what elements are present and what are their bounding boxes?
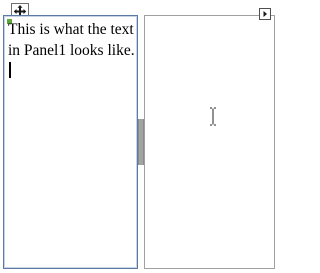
panel1-label: This is what the text in Panel1 looks li… xyxy=(8,21,135,59)
text-caret xyxy=(9,62,11,78)
panel1[interactable]: This is what the text in Panel1 looks li… xyxy=(3,15,138,269)
panel2[interactable] xyxy=(144,15,275,269)
panel1-text[interactable]: This is what the text in Panel1 looks li… xyxy=(8,19,136,82)
split-container[interactable]: This is what the text in Panel1 looks li… xyxy=(3,15,275,269)
text-ibeam-cursor-icon xyxy=(209,107,217,126)
smart-tag-button[interactable] xyxy=(259,8,271,20)
smart-tag-arrow-icon xyxy=(263,11,267,17)
